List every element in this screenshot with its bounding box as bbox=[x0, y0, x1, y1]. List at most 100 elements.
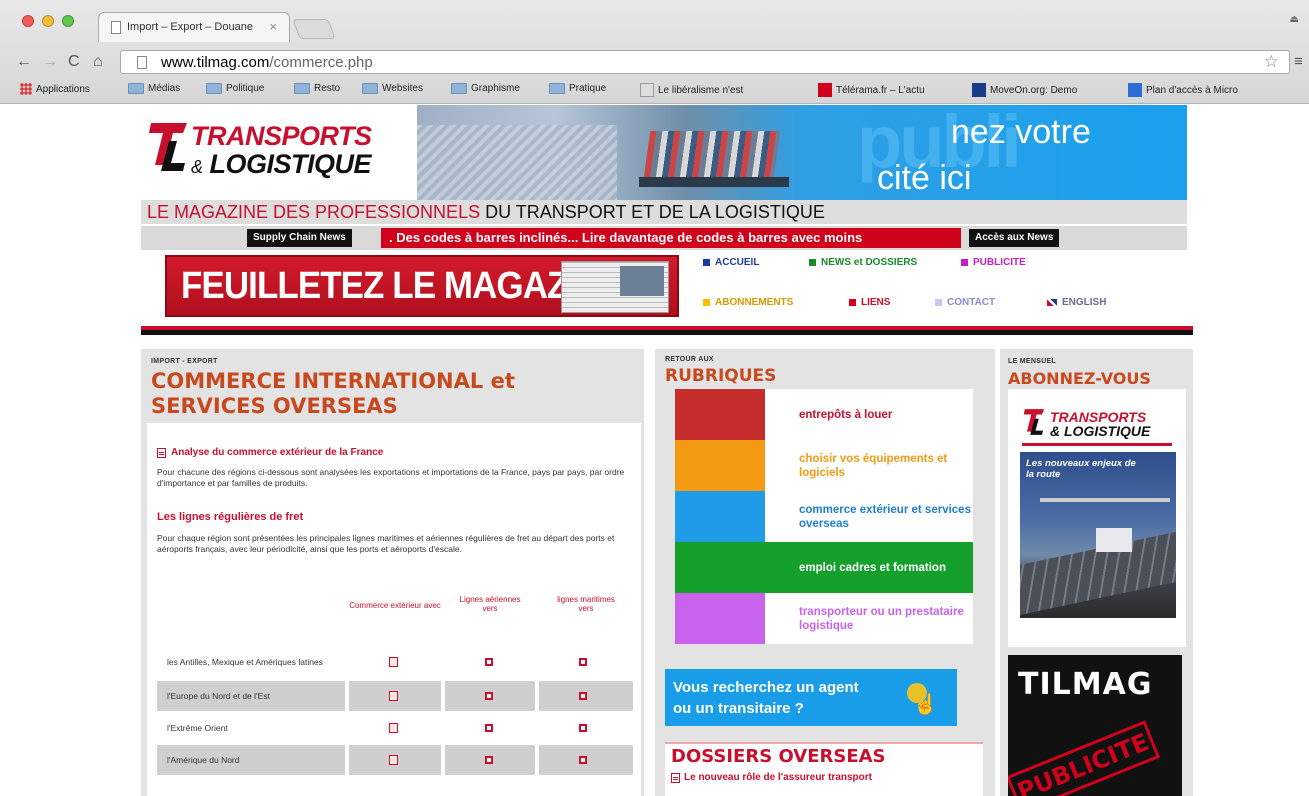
supply-chain-news-label[interactable]: Supply Chain News bbox=[247, 229, 352, 247]
browser-tab[interactable]: Import – Export – Douane × bbox=[98, 12, 290, 42]
back-icon[interactable]: ← bbox=[16, 53, 32, 71]
rubrique-commerce-exterieur[interactable]: commerce extérieur et services overseas bbox=[675, 491, 973, 542]
row-label: l'Amérique du Nord bbox=[167, 755, 240, 765]
nav-contact[interactable]: CONTACT bbox=[935, 297, 995, 308]
document-icon bbox=[157, 447, 166, 458]
menu-icon[interactable]: ≡ bbox=[1294, 53, 1303, 70]
bookmark-folder-politique[interactable]: Politique bbox=[206, 83, 264, 94]
folder-icon bbox=[451, 83, 467, 94]
agent-search-button[interactable]: Vous recherchez un agent ou un transitai… bbox=[665, 669, 957, 726]
magazine-logo-line2: & LOGISTIQUE bbox=[1050, 423, 1151, 439]
square-link-icon[interactable] bbox=[485, 724, 493, 732]
rubrique-transporteur[interactable]: transporteur ou un prestataire logistiqu… bbox=[675, 593, 973, 644]
minimize-window-button[interactable] bbox=[42, 15, 54, 27]
reload-icon[interactable]: C bbox=[68, 53, 80, 71]
nav-publicite[interactable]: PUBLICITE bbox=[961, 257, 1026, 268]
magazine-divider bbox=[1022, 443, 1172, 446]
news-access-link[interactable]: Accès aux News bbox=[969, 229, 1060, 247]
nav-accueil[interactable]: ACCUEIL bbox=[703, 257, 759, 268]
link-lignes-fret[interactable]: Les lignes régulières de fret bbox=[157, 511, 303, 523]
bookmark-liberalisme[interactable]: Le libéralisme n'est bbox=[640, 83, 743, 97]
square-link-icon[interactable] bbox=[485, 692, 493, 700]
folder-icon bbox=[362, 83, 378, 94]
subscribe-column: LE MENSUEL ABONNEZ-VOUS TRANSPORTS & LOG… bbox=[1000, 349, 1193, 796]
header-divider-black bbox=[141, 330, 1193, 335]
nav-liens[interactable]: LIENS bbox=[849, 297, 890, 308]
bookmark-folder-pratique[interactable]: Pratique bbox=[549, 83, 606, 94]
main-content: Analyse du commerce extérieur de la Fran… bbox=[147, 423, 641, 796]
pdf-icon[interactable] bbox=[389, 657, 398, 667]
nav-abonnements[interactable]: ABONNEMENTS bbox=[703, 297, 793, 308]
bullet-icon bbox=[703, 259, 710, 266]
rubrique-emploi[interactable]: emploi cadres et formation bbox=[675, 542, 973, 593]
bookmark-plan-acces[interactable]: Plan d'accès à Micro bbox=[1128, 83, 1238, 97]
cover-headline: Les nouveaux enjeux de la route bbox=[1026, 458, 1136, 480]
color-swatch bbox=[675, 440, 765, 491]
address-bar[interactable]: www.tilmag.com/commerce.php ☆ bbox=[120, 50, 1290, 74]
row-label: l'Europe du Nord et de l'Est bbox=[167, 691, 270, 701]
square-link-icon[interactable] bbox=[579, 756, 587, 764]
column-header-commerce: Commerce extérieur avec bbox=[349, 601, 441, 610]
magazine-preview-image bbox=[561, 261, 669, 313]
rubriques-list: entrepôts à louer choisir vos équipement… bbox=[667, 389, 973, 651]
tilmag-ad[interactable]: TILMAG PUBLICITE bbox=[1008, 655, 1182, 796]
zoom-window-button[interactable] bbox=[62, 15, 74, 27]
url-text[interactable]: www.tilmag.com/commerce.php bbox=[161, 54, 373, 71]
new-tab-button[interactable] bbox=[292, 19, 336, 39]
page-icon bbox=[137, 56, 147, 69]
bookmark-moveon[interactable]: MoveOn.org: Demo bbox=[972, 83, 1077, 97]
magazine-cover-card[interactable]: TRANSPORTS & LOGISTIQUE Les nouveaux enj… bbox=[1008, 389, 1186, 647]
uk-flag-icon bbox=[1047, 299, 1057, 306]
moveon-icon bbox=[972, 83, 986, 97]
pdf-icon[interactable] bbox=[389, 755, 398, 765]
microsoft-icon bbox=[1128, 83, 1142, 97]
rubrique-entrepots[interactable]: entrepôts à louer bbox=[675, 389, 973, 440]
folder-icon bbox=[128, 83, 144, 94]
close-window-button[interactable] bbox=[22, 15, 34, 27]
bookmark-folder-websites[interactable]: Websites bbox=[362, 83, 423, 94]
tab-close-icon[interactable]: × bbox=[269, 19, 277, 34]
feuilletez-banner[interactable]: FEUILLETEZ LE MAGAZINE bbox=[165, 255, 679, 317]
apps-icon bbox=[20, 83, 32, 95]
bullet-icon bbox=[849, 299, 856, 306]
extension-icon[interactable]: ⏏ bbox=[1290, 14, 1299, 25]
bookmark-folder-graphisme[interactable]: Graphisme bbox=[451, 83, 520, 94]
document-icon bbox=[671, 772, 680, 783]
link-analyse-commerce[interactable]: Analyse du commerce extérieur de la Fran… bbox=[157, 447, 383, 458]
pdf-icon[interactable] bbox=[389, 691, 398, 701]
forward-icon[interactable]: → bbox=[42, 53, 58, 71]
bookmarks-bar: Applications Médias Politique Resto Webs… bbox=[0, 80, 1309, 100]
dossier-link[interactable]: Le nouveau rôle de l'assureur transport bbox=[671, 772, 872, 783]
rubrique-equipements[interactable]: choisir vos équipements et logiciels bbox=[675, 440, 973, 491]
column-header-maritimes: lignes maritimes vers bbox=[557, 595, 615, 613]
bookmark-star-icon[interactable]: ☆ bbox=[1264, 52, 1279, 72]
address-row: ← → C ⌂ www.tilmag.com/commerce.php ☆ bbox=[0, 50, 1309, 76]
home-icon[interactable]: ⌂ bbox=[93, 53, 103, 71]
lignes-description: Pour chaque région sont présentées les p… bbox=[157, 533, 615, 554]
bookmark-folder-resto[interactable]: Resto bbox=[294, 83, 340, 94]
bullet-icon bbox=[809, 259, 816, 266]
pdf-icon[interactable] bbox=[389, 723, 398, 733]
bookmark-telerama[interactable]: Télérama.fr – L'actu bbox=[818, 83, 925, 97]
nav-news-dossiers[interactable]: NEWS et DOSSIERS bbox=[809, 257, 917, 268]
square-link-icon[interactable] bbox=[579, 724, 587, 732]
analyse-description: Pour chacune des régions ci-dessous sont… bbox=[157, 467, 625, 488]
folder-icon bbox=[206, 83, 222, 94]
banner-port-image bbox=[417, 125, 617, 200]
square-link-icon[interactable] bbox=[485, 756, 493, 764]
folder-icon bbox=[294, 83, 310, 94]
site-logo[interactable]: TRANSPORTS & LOGISTIQUE bbox=[147, 119, 397, 185]
tl-logo-icon bbox=[1023, 409, 1045, 435]
square-link-icon[interactable] bbox=[485, 658, 493, 666]
bullet-icon bbox=[935, 299, 942, 306]
square-link-icon[interactable] bbox=[579, 692, 587, 700]
bookmark-folder-medias[interactable]: Médias bbox=[128, 83, 180, 94]
tagline-bar: LE MAGAZINE DES PROFESSIONNELS DU TRANSP… bbox=[141, 200, 1187, 224]
bookmark-applications[interactable]: Applications bbox=[20, 83, 90, 95]
subscribe-title[interactable]: ABONNEZ-VOUS bbox=[1008, 366, 1151, 391]
ad-banner[interactable]: publi nez votre cité ici bbox=[417, 105, 1187, 200]
agent-text-line2: ou un transitaire ? bbox=[673, 700, 804, 717]
square-link-icon[interactable] bbox=[579, 658, 587, 666]
nav-english[interactable]: ENGLISH bbox=[1047, 297, 1106, 308]
ticker-headline[interactable]: . Des codes à barres inclinés... Lire da… bbox=[381, 228, 961, 248]
